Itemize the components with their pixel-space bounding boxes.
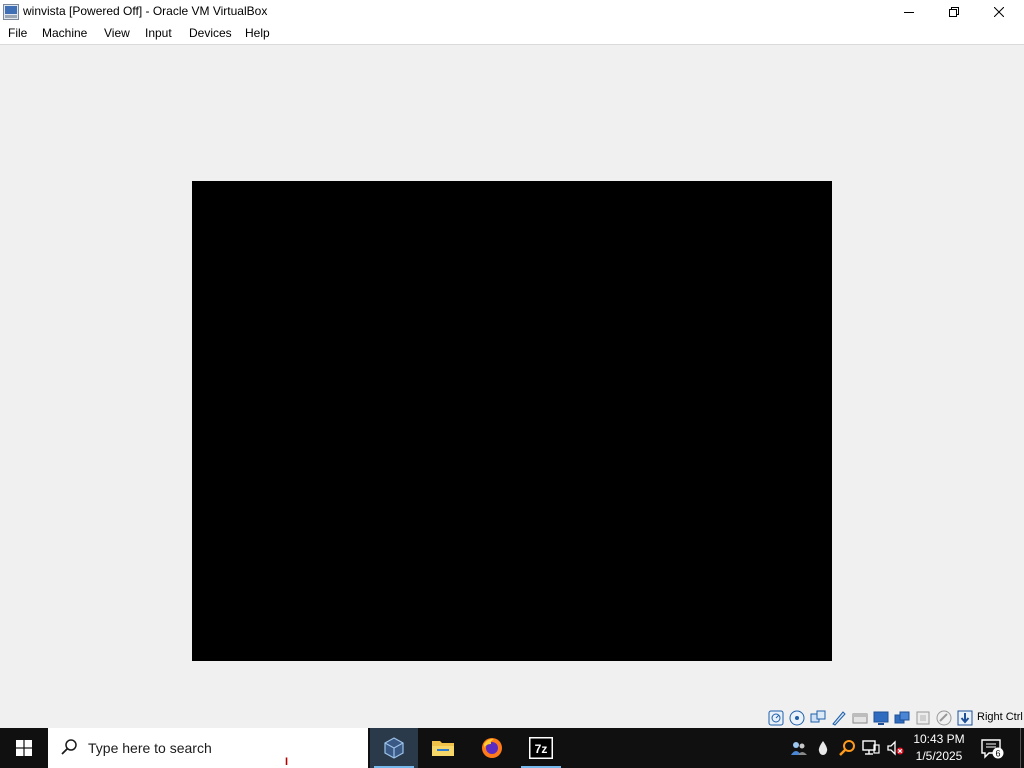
minimize-button[interactable] <box>886 0 932 23</box>
network-icon[interactable] <box>862 739 880 757</box>
show-desktop-button[interactable] <box>1020 728 1024 768</box>
menu-file[interactable]: File <box>8 26 27 40</box>
start-button[interactable] <box>0 728 48 768</box>
audio-icon[interactable] <box>810 710 826 726</box>
host-key-label[interactable]: Right Ctrl <box>977 711 1023 723</box>
notification-center-icon[interactable]: 6 <box>980 738 1004 760</box>
vm-status-bar <box>0 705 1024 728</box>
window-title: winvista [Powered Off] - Oracle VM Virtu… <box>23 4 268 18</box>
taskbar-app-file-explorer[interactable] <box>419 728 467 768</box>
network-icon[interactable] <box>831 710 847 726</box>
search-placeholder: Type here to search <box>88 740 212 756</box>
magnifier-icon[interactable] <box>838 739 856 757</box>
display-icon[interactable] <box>894 710 910 726</box>
shared-folders-icon[interactable] <box>873 710 889 726</box>
text-cursor: I <box>285 756 289 768</box>
firefox-icon <box>482 738 502 758</box>
menu-devices[interactable]: Devices <box>189 26 232 40</box>
virtualbox-icon <box>384 737 404 759</box>
windows-logo-icon <box>16 740 32 756</box>
clock-date: 1/5/2025 <box>915 749 963 763</box>
people-icon[interactable] <box>790 739 808 757</box>
water-drop-icon[interactable] <box>814 739 832 757</box>
menu-input[interactable]: Input <box>145 26 172 40</box>
taskbar-app-firefox[interactable] <box>468 728 516 768</box>
menu-bar: File Machine View Input Devices Help <box>0 23 1024 45</box>
notification-count: 6 <box>995 749 1000 759</box>
menu-help[interactable]: Help <box>245 26 270 40</box>
optical-drive-icon[interactable] <box>789 710 805 726</box>
virtualbox-vm-icon <box>3 4 19 20</box>
recording-icon[interactable] <box>915 710 931 726</box>
clock-time: 10:43 PM <box>913 732 965 746</box>
usb-icon[interactable] <box>852 710 868 726</box>
7zip-label: 7z <box>535 742 548 756</box>
vm-screen[interactable] <box>192 181 832 661</box>
menu-view[interactable]: View <box>104 26 130 40</box>
menu-machine[interactable]: Machine <box>42 26 87 40</box>
volume-muted-icon[interactable] <box>886 739 904 757</box>
keyboard-icon[interactable] <box>957 710 973 726</box>
7zip-icon: 7z <box>529 737 553 759</box>
restore-button[interactable] <box>931 0 977 23</box>
title-bar[interactable]: winvista [Powered Off] - Oracle VM Virtu… <box>0 0 1024 23</box>
taskbar-clock[interactable]: 10:43 PM 1/5/2025 <box>906 731 972 765</box>
search-icon <box>61 739 77 755</box>
file-explorer-icon <box>432 741 454 756</box>
taskbar-app-virtualbox[interactable] <box>370 728 418 768</box>
hard-disk-icon[interactable] <box>768 710 784 726</box>
taskbar: Type here to search I 7z 10:43 PM 1/5/20… <box>0 728 1024 768</box>
vm-display-area <box>0 45 1024 705</box>
restore-icon <box>949 6 959 17</box>
close-button[interactable] <box>976 0 1022 23</box>
taskbar-search-box[interactable]: Type here to search I <box>48 728 368 768</box>
cpu-icon[interactable] <box>936 710 952 726</box>
minimize-icon <box>904 11 914 13</box>
taskbar-app-7zip[interactable]: 7z <box>517 728 565 768</box>
close-icon <box>994 6 1004 17</box>
